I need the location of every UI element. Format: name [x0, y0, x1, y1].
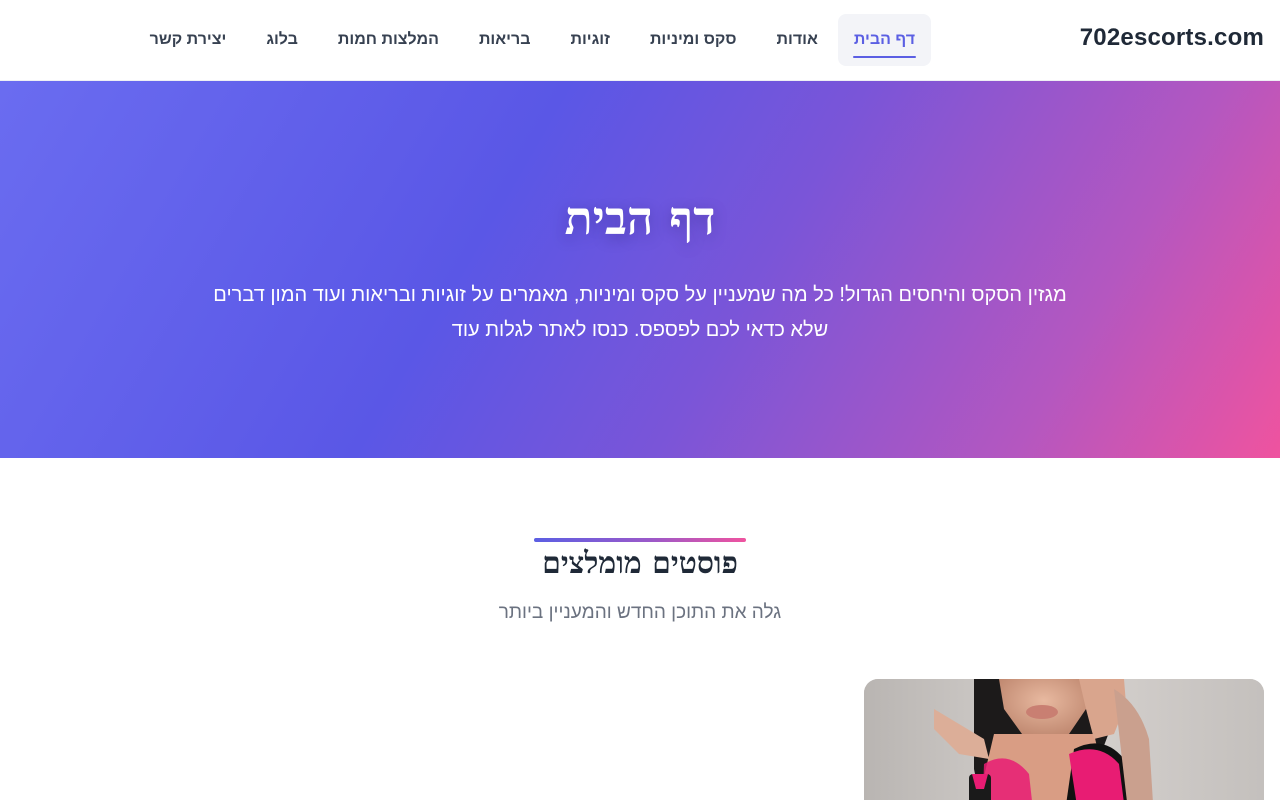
nav-item-sex[interactable]: סקס ומיניות	[630, 14, 757, 66]
hero-subtitle: מגזין הסקס והיחסים הגדול! כל מה שמעניין …	[213, 284, 1067, 341]
nav-item-home[interactable]: דף הבית	[837, 14, 931, 66]
post-image	[864, 679, 1264, 800]
main-nav: דף הבית אודות סקס ומיניות זוגיות בריאות …	[130, 14, 931, 66]
hero-banner: דף הבית מגזין הסקס והיחסים הגדול! כל מה …	[0, 81, 1280, 458]
site-logo[interactable]: 702escorts.com	[1080, 24, 1264, 52]
nav-item-blog[interactable]: בלוג	[246, 14, 318, 66]
nav-item-about[interactable]: אודות	[757, 14, 838, 66]
post-card-image[interactable]	[864, 679, 1264, 800]
nav-item-contact[interactable]: יצירת קשר	[130, 14, 247, 66]
hero-title: דף הבית	[564, 191, 716, 245]
nav-item-recommendations[interactable]: המלצות חמות	[318, 14, 459, 66]
nav-item-health[interactable]: בריאות	[459, 14, 551, 66]
nav-item-relationships[interactable]: זוגיות	[550, 14, 629, 66]
section-subtitle: גלה את התוכן החדש והמעניין ביותר	[498, 602, 782, 623]
section-title: פוסטים מומלצים	[542, 546, 738, 581]
section-accent-bar	[534, 538, 746, 542]
site-header: 702escorts.com דף הבית אודות סקס ומיניות…	[0, 0, 1280, 81]
